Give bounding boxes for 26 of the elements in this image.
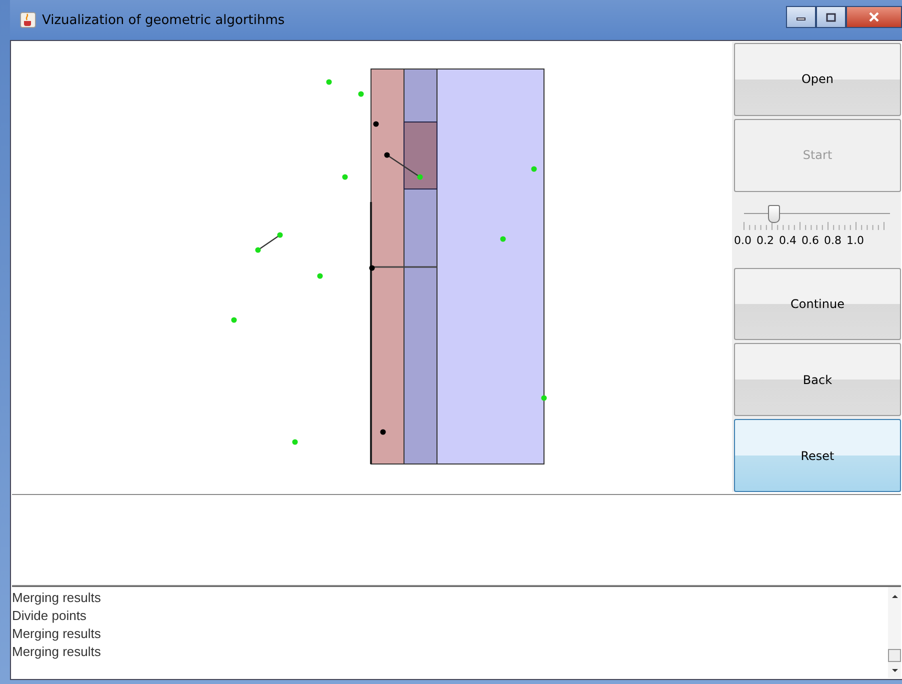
action-button[interactable]: Reset (734, 419, 901, 492)
tick-label: 0.6 (802, 234, 819, 247)
action-button[interactable]: Open (734, 43, 901, 116)
maximize-button[interactable] (816, 6, 846, 28)
tick-label: 0.8 (824, 234, 842, 247)
log-line: Merging results (12, 590, 102, 607)
slider-thumb[interactable] (768, 204, 780, 223)
log-line: Divide points (12, 608, 88, 625)
maximize-icon (826, 12, 836, 22)
java-cup-icon (20, 12, 36, 28)
scroll-down-icon (890, 668, 898, 674)
action-button[interactable]: Continue (734, 268, 901, 340)
scrollbar[interactable] (888, 587, 901, 678)
minimize-button[interactable] (786, 6, 816, 28)
scroll-thumb[interactable] (888, 649, 901, 662)
scroll-up-icon (890, 593, 898, 599)
tick-label: 1.0 (846, 234, 864, 247)
action-button[interactable]: Back (734, 343, 901, 416)
tick-label: 0.4 (779, 234, 796, 247)
window-title: Vizualization of geometric algortihms (42, 12, 285, 28)
tick-label: 0.2 (756, 234, 774, 247)
log-line: Merging results (12, 626, 102, 643)
tick-label: 0.0 (734, 234, 752, 247)
close-icon (868, 12, 880, 22)
log-line: Merging results (12, 644, 102, 661)
close-button[interactable] (846, 6, 902, 28)
